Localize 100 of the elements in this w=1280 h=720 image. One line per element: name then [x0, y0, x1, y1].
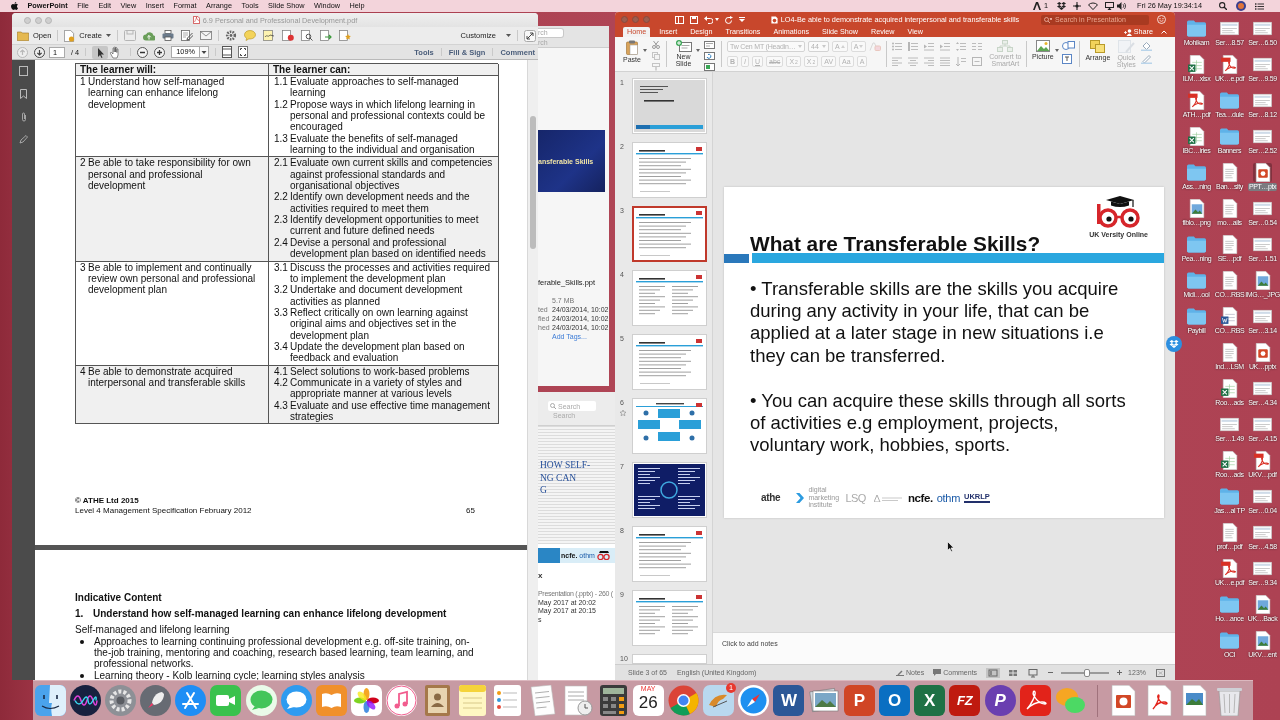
presentation-file-icon[interactable] — [1253, 343, 1272, 362]
sidebar-icon[interactable] — [675, 15, 684, 24]
folder-icon[interactable] — [1187, 235, 1206, 254]
flower-icon[interactable] — [351, 685, 383, 716]
redo-icon[interactable] — [725, 15, 733, 24]
upload-cloud-icon[interactable] — [142, 30, 155, 41]
x-letter-tile[interactable]: X — [914, 685, 946, 716]
image-file-icon[interactable] — [1253, 271, 1272, 290]
caret-icon[interactable] — [715, 18, 719, 21]
search-icon[interactable] — [1219, 2, 1227, 10]
folder-icon[interactable] — [1187, 163, 1206, 182]
page-icon[interactable] — [19, 66, 28, 76]
scrollbar[interactable] — [527, 60, 538, 680]
screenshot-icon[interactable] — [1253, 127, 1272, 146]
rocket-icon[interactable] — [140, 685, 172, 716]
diamond-badge-icon[interactable] — [1166, 336, 1182, 352]
edit-document-icon[interactable] — [180, 30, 193, 41]
pdf-file-icon[interactable] — [1187, 91, 1206, 110]
normal-view-icon[interactable] — [986, 667, 1001, 678]
cross-icon[interactable] — [1073, 2, 1082, 10]
document-icon[interactable] — [1220, 235, 1239, 254]
wifi-icon[interactable] — [1088, 2, 1099, 10]
screenshot-icon[interactable] — [1253, 487, 1272, 506]
fit-to-window-icon[interactable] — [1156, 668, 1165, 677]
airplay-icon[interactable] — [1105, 2, 1115, 10]
screenshot-icon[interactable] — [1253, 91, 1272, 110]
pdf-file-icon[interactable] — [1253, 451, 1272, 470]
caret-icon[interactable] — [643, 49, 647, 52]
screenshot-icon[interactable] — [1220, 415, 1239, 434]
caret-icon[interactable] — [696, 49, 700, 52]
slider-thumb[interactable] — [1084, 668, 1091, 677]
spreadsheet-file-icon[interactable] — [1220, 451, 1239, 470]
volume-icon[interactable] — [1117, 2, 1127, 10]
screenshot-icon[interactable] — [1253, 415, 1272, 434]
spreadsheet-file-icon[interactable] — [1187, 127, 1206, 146]
smiley-icon[interactable] — [1157, 15, 1166, 24]
folder-icon[interactable] — [1187, 271, 1206, 290]
checklist-icon[interactable] — [491, 685, 523, 716]
screenshot-icon[interactable] — [1253, 235, 1272, 254]
p-letter-tile[interactable]: P — [843, 685, 875, 716]
document-icon[interactable] — [1220, 163, 1239, 182]
pdf-file-icon[interactable] — [1220, 559, 1239, 578]
zoom-in-icon[interactable] — [154, 46, 166, 58]
w-letter-tile[interactable]: W — [773, 685, 805, 716]
image-file-icon[interactable] — [1187, 199, 1206, 218]
reset-icon[interactable] — [704, 52, 715, 60]
reading-view-icon[interactable] — [1026, 667, 1041, 678]
section-icon[interactable] — [704, 63, 715, 71]
image-file-icon[interactable] — [1253, 595, 1272, 614]
single-page-icon[interactable] — [222, 46, 233, 58]
folder-icon[interactable] — [1187, 19, 1206, 38]
compass-icon[interactable] — [738, 685, 770, 716]
document-icon[interactable] — [1220, 343, 1239, 362]
swirl-tile-icon[interactable] — [1019, 685, 1051, 716]
document-stop-icon[interactable] — [281, 30, 294, 41]
video-camera-icon[interactable] — [210, 685, 242, 716]
folder-icon[interactable] — [1187, 307, 1206, 326]
folder-icon[interactable] — [1220, 127, 1239, 146]
user-avatar-icon[interactable] — [1236, 1, 1246, 11]
fill-bucket-icon[interactable] — [1141, 41, 1153, 51]
speech-bubble-icon[interactable] — [280, 685, 312, 716]
paper-sheet-icon[interactable] — [527, 685, 559, 716]
collapse-caret-icon[interactable] — [1161, 30, 1167, 34]
crossed-strokes-icon[interactable] — [175, 685, 207, 716]
dropdown-caret-icon[interactable] — [199, 46, 210, 58]
down-arrow-icon[interactable] — [34, 46, 45, 58]
layout-icon[interactable] — [704, 41, 715, 49]
undo-icon[interactable] — [704, 15, 713, 24]
expand-icon[interactable] — [524, 29, 536, 42]
wave-orb-icon[interactable] — [69, 685, 101, 716]
document-search-icon[interactable] — [300, 30, 313, 41]
gear-icon[interactable] — [104, 685, 136, 716]
scissors-icon[interactable] — [652, 41, 660, 49]
scrollbar-thumb[interactable] — [530, 116, 536, 249]
tricolor-circle-icon[interactable] — [667, 685, 699, 716]
presentation-file-icon[interactable] — [1253, 163, 1272, 182]
pointer-icon[interactable] — [92, 45, 109, 59]
document-icon[interactable] — [1220, 271, 1239, 290]
zoom-slider[interactable] — [1061, 671, 1110, 674]
open-book-icon[interactable] — [316, 685, 347, 716]
screenshot-icon[interactable] — [1253, 19, 1272, 38]
feather-icon[interactable] — [703, 685, 735, 716]
document-clock-icon[interactable] — [562, 685, 594, 716]
print-icon[interactable] — [161, 30, 174, 41]
calculator-icon[interactable] — [597, 685, 629, 716]
screenshot-icon[interactable] — [1253, 523, 1272, 542]
a-logo-icon[interactable] — [1033, 2, 1042, 10]
screenshot-icon[interactable] — [1253, 307, 1272, 326]
spreadsheet-file-icon[interactable] — [1220, 379, 1239, 398]
image-file-icon[interactable] — [1253, 631, 1272, 650]
signature-icon[interactable] — [262, 30, 275, 41]
pen-icon[interactable] — [19, 135, 28, 144]
caret-icon[interactable] — [1055, 49, 1060, 52]
folder-icon[interactable] — [1220, 487, 1239, 506]
text-box-icon[interactable] — [1062, 54, 1073, 64]
folder-icon[interactable] — [1220, 631, 1239, 650]
o-letter-tile[interactable]: O — [879, 685, 910, 716]
screenshot-icon[interactable] — [1253, 199, 1272, 218]
fit-page-icon[interactable] — [238, 46, 249, 58]
bookmark-icon[interactable] — [20, 89, 27, 99]
